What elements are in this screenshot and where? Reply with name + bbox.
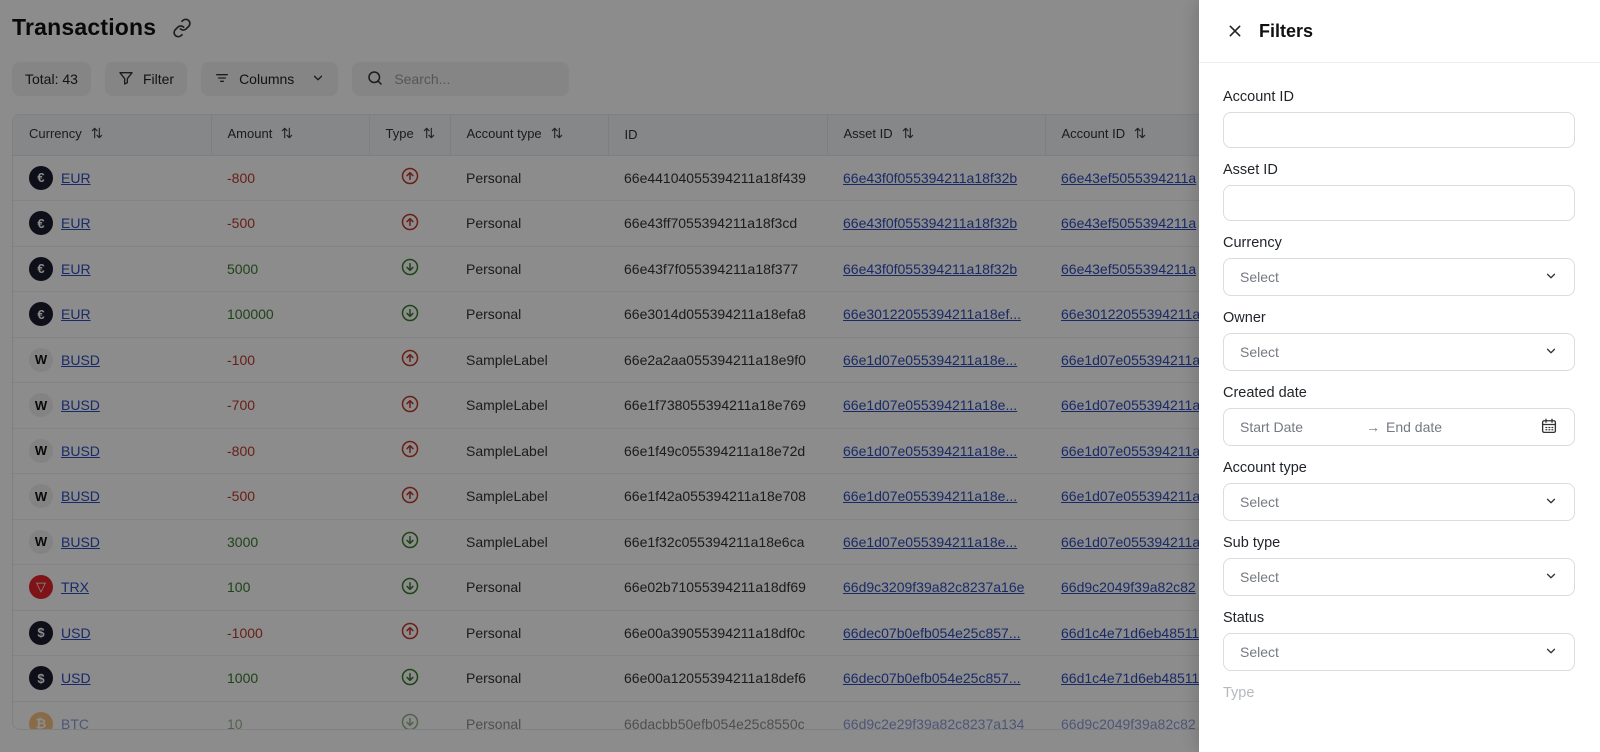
sub-type-field: Sub type Select [1223, 535, 1576, 596]
account-type-field: Account type Select [1223, 460, 1576, 521]
owner-select[interactable]: Select [1223, 333, 1575, 371]
chevron-down-icon [1544, 494, 1558, 511]
owner-field: Owner Select [1223, 310, 1576, 371]
close-icon[interactable] [1225, 21, 1245, 41]
asset-id-field: Asset ID [1223, 162, 1576, 221]
type-field: Type [1223, 685, 1576, 701]
account-id-field: Account ID [1223, 89, 1576, 148]
status-select[interactable]: Select [1223, 633, 1575, 671]
status-field: Status Select [1223, 610, 1576, 671]
drawer-title: Filters [1259, 20, 1314, 41]
currency-select-value: Select [1240, 269, 1279, 285]
created-date-label: Created date [1223, 385, 1307, 401]
asset-id-label: Asset ID [1223, 162, 1278, 178]
currency-field: Currency Select [1223, 235, 1576, 296]
account-type-label: Account type [1223, 460, 1307, 476]
account-type-select[interactable]: Select [1223, 483, 1575, 521]
created-date-range-picker[interactable]: Start Date → End date [1223, 408, 1575, 446]
chevron-down-icon [1544, 569, 1558, 586]
currency-select[interactable]: Select [1223, 258, 1575, 296]
end-date-input[interactable]: End date [1386, 419, 1540, 435]
owner-select-value: Select [1240, 344, 1279, 360]
status-label: Status [1223, 610, 1265, 626]
currency-label: Currency [1223, 235, 1282, 251]
account-id-input[interactable] [1223, 112, 1575, 148]
status-select-value: Select [1240, 644, 1279, 660]
sub-type-label: Sub type [1223, 535, 1281, 551]
sub-type-select-value: Select [1240, 569, 1279, 585]
asset-id-input[interactable] [1223, 185, 1575, 221]
type-label: Type [1223, 685, 1255, 701]
account-type-select-value: Select [1240, 494, 1279, 510]
drawer-header: Filters [1199, 0, 1600, 63]
calendar-icon[interactable] [1540, 417, 1558, 438]
chevron-down-icon [1544, 644, 1558, 661]
filters-form: Account ID Asset ID Currency Select Owne… [1199, 63, 1600, 701]
arrow-right-icon: → [1366, 419, 1380, 435]
created-date-field: Created date Start Date → End date [1223, 385, 1576, 446]
chevron-down-icon [1544, 269, 1558, 286]
owner-label: Owner [1223, 310, 1266, 326]
filters-drawer: Filters Account ID Asset ID Currency Sel… [1199, 0, 1600, 752]
start-date-input[interactable]: Start Date [1240, 419, 1366, 435]
sub-type-select[interactable]: Select [1223, 558, 1575, 596]
account-id-label: Account ID [1223, 89, 1294, 105]
chevron-down-icon [1544, 344, 1558, 361]
